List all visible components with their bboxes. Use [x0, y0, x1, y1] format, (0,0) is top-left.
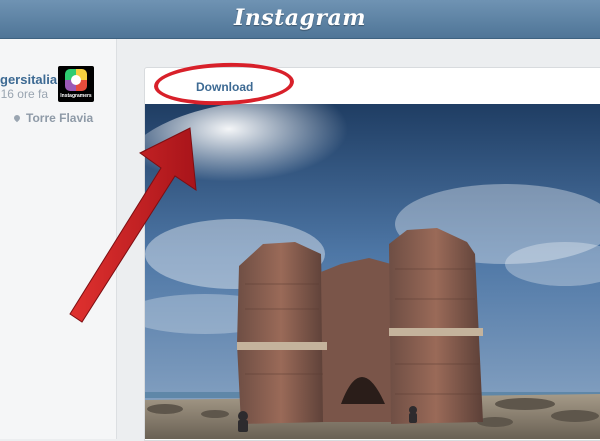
red-arrow-icon	[69, 127, 197, 323]
annotation-overlay	[69, 127, 197, 323]
